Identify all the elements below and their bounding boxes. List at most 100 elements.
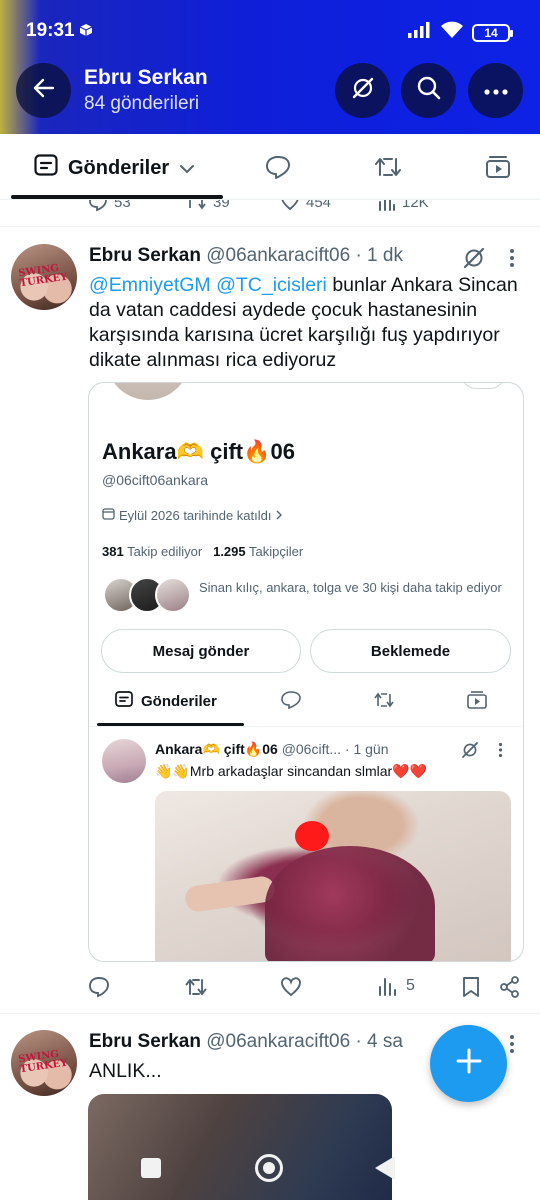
more-button[interactable] — [468, 63, 523, 118]
like-button[interactable] — [280, 976, 302, 998]
header-name: Ebru Serkan — [84, 66, 208, 89]
mention-link[interactable]: @TC_icisleri — [216, 274, 327, 296]
bookmark-button[interactable] — [462, 976, 480, 998]
profile-header: 19:31 14 Ebru Serkan 84 gönderileri — [0, 0, 540, 134]
card-following-count: 381 — [102, 544, 124, 559]
wifi-icon — [440, 21, 464, 44]
inner-tweet-handle: @06cift... — [281, 741, 342, 757]
posts-icon — [115, 691, 133, 711]
reply-button[interactable] — [88, 976, 110, 998]
video-icon — [467, 691, 487, 714]
system-nav-bar — [0, 1138, 540, 1200]
chevron-right-icon — [275, 508, 283, 523]
status-bar: 19:31 14 — [0, 0, 540, 58]
battery-icon: 14 — [472, 23, 513, 42]
tweet-meta: Ebru Serkan @06ankaracift06 · 1 dk — [89, 245, 403, 267]
tab-posts-label: Gönderiler — [68, 156, 170, 179]
pending-button: Beklemede — [310, 629, 511, 673]
card-joined: Eylül 2026 tarihinde katıldı — [102, 507, 283, 523]
reply-count: 53 — [114, 200, 131, 211]
image-detail — [183, 874, 277, 914]
tab-active-indicator — [11, 195, 223, 199]
reply-button[interactable]: 53 — [88, 200, 131, 212]
inner-tweet-author: Ankara🫶 çift🔥06 — [155, 741, 278, 757]
calendar-icon — [102, 507, 115, 523]
like-count: 454 — [306, 200, 332, 211]
grok-icon[interactable] — [462, 246, 486, 275]
card-tab-indicator — [97, 723, 244, 726]
card-follow-stats: 381 Takip ediliyor 1.295 Takipçiler — [102, 544, 303, 559]
repost-icon — [373, 691, 395, 714]
recents-icon[interactable] — [141, 1158, 161, 1178]
repost-button[interactable] — [184, 976, 208, 998]
tweet-author-name[interactable]: Ebru Serkan — [89, 1031, 201, 1052]
mention-link[interactable]: @EmniyetGM — [89, 274, 211, 296]
tweet-meta: Ebru Serkan @06ankaracift06 · 4 sa — [89, 1031, 403, 1053]
tweet-text: @EmniyetGM @TC_icisleri bunlar Ankara Si… — [89, 273, 529, 373]
more-vertical-icon[interactable] — [509, 248, 515, 273]
avatar — [155, 577, 191, 613]
tab-posts[interactable]: Gönderiler — [34, 154, 195, 182]
tweet-author-handle[interactable]: @06ankaracift06 — [206, 1031, 350, 1052]
back-arrow-icon — [33, 77, 55, 104]
card-tabs: Gönderiler — [89, 683, 523, 727]
views-button[interactable]: 5 — [378, 976, 415, 996]
repost-button[interactable]: 39 — [185, 200, 230, 212]
more-vertical-icon[interactable] — [509, 1034, 515, 1059]
avatar-text: SWING TURKEY — [18, 1049, 68, 1075]
share-button[interactable] — [500, 976, 520, 998]
inner-tweet-time: · 1 gün — [344, 741, 389, 757]
signal-icon — [408, 22, 432, 43]
tweet-media-card[interactable]: Ankara🫶 çift🔥06 @06cift06ankara Eylül 20… — [88, 382, 524, 962]
card-followers-count: 1.295 — [213, 544, 246, 559]
reply-icon — [265, 156, 291, 183]
more-icon — [483, 82, 508, 100]
card-joined-text: Eylül 2026 tarihinde katıldı — [119, 507, 272, 523]
tab-replies[interactable] — [265, 155, 291, 184]
reply-icon — [281, 691, 301, 714]
profile-tabs: Gönderiler — [0, 134, 540, 200]
message-button: Mesaj gönder — [101, 629, 301, 673]
video-icon — [485, 156, 511, 183]
card-follower-avatars — [103, 577, 191, 615]
plus-icon — [456, 1048, 482, 1079]
card-header-button — [461, 383, 505, 389]
card-following-label: Takip ediliyor — [127, 544, 203, 559]
home-icon[interactable] — [255, 1154, 283, 1182]
tweet-time[interactable]: · 1 dk — [355, 245, 403, 266]
grok-icon — [461, 741, 479, 764]
repost-icon — [374, 158, 402, 183]
like-button[interactable]: 454 — [280, 200, 331, 212]
back-icon[interactable] — [375, 1156, 395, 1180]
header-post-count: 84 gönderileri — [84, 93, 200, 114]
more-vertical-icon — [498, 742, 503, 763]
battery-level: 14 — [484, 25, 498, 40]
views-button[interactable]: 12K — [378, 200, 429, 212]
status-time: 19:31 — [26, 20, 75, 41]
grok-button[interactable] — [335, 63, 390, 118]
avatar — [102, 739, 146, 783]
inner-tweet-image — [155, 791, 511, 961]
inner-tweet-text: 👋👋Mrb arkadaşlar sincandan slmlar❤️❤️ — [155, 763, 428, 779]
card-profile-name: Ankara🫶 çift🔥06 — [102, 439, 295, 464]
tweet-author-handle[interactable]: @06ankaracift06 — [206, 245, 350, 266]
tab-media[interactable] — [485, 155, 511, 184]
card-followed-by: Sinan kılıç, ankara, tolga ve 30 kişi da… — [199, 580, 502, 595]
search-icon — [416, 75, 442, 106]
tweet-time[interactable]: · 4 sa — [355, 1031, 403, 1052]
avatar[interactable]: SWING TURKEY — [11, 1030, 77, 1096]
tweet-text-part: bunlar Ankara — [332, 274, 453, 296]
search-button[interactable] — [401, 63, 456, 118]
box-icon — [79, 23, 93, 42]
back-button[interactable] — [16, 63, 71, 118]
views-count: 12K — [402, 200, 429, 211]
views-count: 5 — [406, 977, 415, 994]
repost-count: 39 — [213, 200, 230, 211]
chevron-down-icon[interactable] — [179, 157, 195, 180]
tweet-author-name[interactable]: Ebru Serkan — [89, 245, 201, 266]
tweet-actions: 5 — [0, 976, 540, 1002]
compose-button[interactable] — [430, 1025, 507, 1102]
card-tab-posts: Gönderiler — [115, 691, 217, 711]
tab-reposts[interactable] — [374, 155, 402, 184]
avatar[interactable]: SWING TURKEY — [11, 244, 77, 310]
